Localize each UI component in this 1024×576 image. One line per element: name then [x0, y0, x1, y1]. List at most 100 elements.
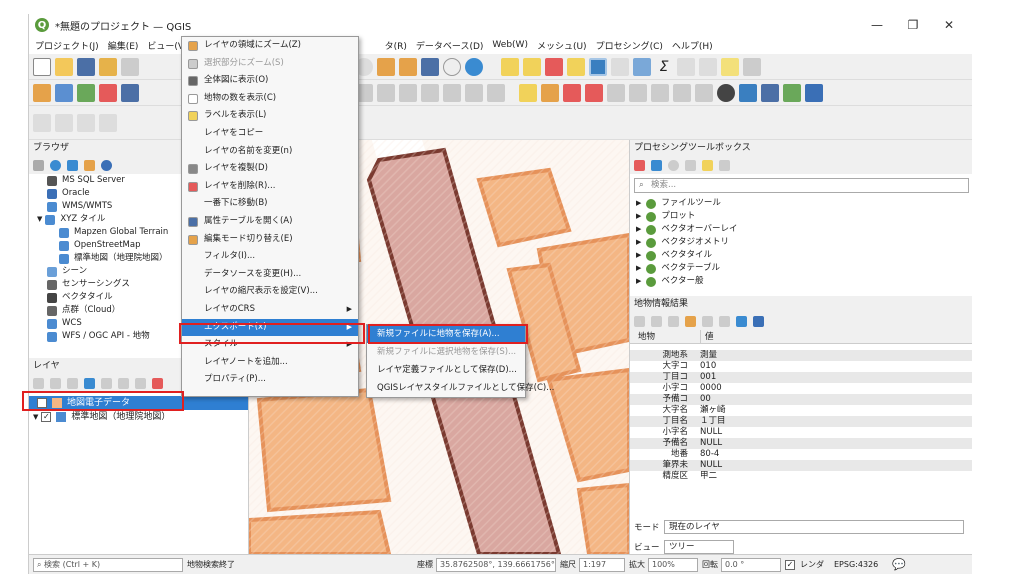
identify-row[interactable]: 予備コ 00	[630, 394, 972, 405]
collapse-all-icon[interactable]	[135, 377, 146, 389]
history-icon[interactable]	[668, 159, 679, 171]
label-show-hide-icon[interactable]	[563, 83, 581, 102]
layer-visibility-checkbox[interactable]: ✓	[41, 412, 52, 422]
identify-row[interactable]: 丁目名 １丁目	[630, 416, 972, 427]
label-tool-icon[interactable]	[519, 83, 537, 102]
processing-item[interactable]: ▶ ベクター般	[630, 275, 972, 288]
undo-icon[interactable]	[465, 83, 483, 102]
add-wms-icon[interactable]	[121, 83, 139, 102]
expand-all-icon[interactable]	[118, 377, 129, 389]
expand-arrow-icon[interactable]: ▶	[636, 262, 641, 275]
context-menu-item[interactable]: レイヤを削除(R)...	[182, 178, 358, 196]
identify-row[interactable]: 精度区 甲二	[630, 471, 972, 482]
expand-arrow-icon[interactable]: ▼	[37, 213, 42, 226]
context-menu-item[interactable]: 選択部分にズーム(S)	[182, 55, 358, 73]
processing-item[interactable]: ▶ ベクタジオメトリ	[630, 236, 972, 249]
help-icon[interactable]	[805, 83, 823, 102]
collapse-icon[interactable]	[84, 159, 95, 171]
models-icon[interactable]	[634, 159, 645, 171]
add-selected-icon[interactable]	[33, 159, 44, 171]
project-template-icon[interactable]	[99, 57, 117, 76]
browser-refresh-icon[interactable]	[50, 159, 61, 171]
label-tool3-icon[interactable]	[695, 83, 713, 102]
view-select[interactable]: ツリー	[664, 540, 734, 554]
add-vector-icon[interactable]	[55, 83, 73, 102]
messages-icon[interactable]: 💬	[892, 558, 906, 571]
select-value-icon[interactable]	[523, 57, 541, 76]
expand-arrow-icon[interactable]: ▶	[636, 197, 641, 210]
diagram-tool-icon[interactable]	[651, 83, 669, 102]
menu-project[interactable]: プロジェクト(J)	[35, 39, 99, 52]
eye-icon[interactable]	[67, 377, 78, 389]
identify-row[interactable]: 小字コ 0000	[630, 383, 972, 394]
filter-expression-icon[interactable]	[101, 377, 112, 389]
expand-arrow-icon[interactable]: ▶	[636, 236, 641, 249]
identify-mode-icon[interactable]	[736, 315, 747, 327]
new-project-icon[interactable]	[33, 57, 51, 76]
statistics-icon[interactable]	[633, 57, 651, 76]
context-menu-item[interactable]: レイヤの名前を変更(n)	[182, 143, 358, 161]
copy-feature-icon[interactable]	[421, 83, 439, 102]
context-menu-item[interactable]: レイヤの領域にズーム(Z)	[182, 37, 358, 55]
add-raster-icon[interactable]	[77, 83, 95, 102]
context-menu-item[interactable]: 編集モード切り替え(E)	[182, 231, 358, 249]
processing-item[interactable]: ▶ プロット	[630, 210, 972, 223]
export-menu-item[interactable]: 新規ファイルに地物を保存(A)...	[367, 325, 525, 343]
context-menu-item[interactable]: レイヤの縮尺表示を設定(V)...	[182, 283, 358, 301]
settings-icon[interactable]	[743, 57, 761, 76]
export-menu-item[interactable]: 新規ファイルに選択地物を保存(S)...	[367, 343, 525, 361]
menu-raster[interactable]: タ(R)	[385, 39, 407, 52]
context-menu-item[interactable]: 属性テーブルを開く(A)	[182, 213, 358, 231]
add-mesh-icon[interactable]	[99, 83, 117, 102]
menu-mesh[interactable]: メッシュ(U)	[537, 39, 587, 52]
locator-search-input[interactable]: ⌕ 検索 (Ctrl + K)	[33, 557, 183, 572]
render-checkbox[interactable]: ✓	[785, 559, 795, 570]
expand-arrow-icon[interactable]: ▶	[636, 275, 641, 288]
expand-tree-icon[interactable]	[634, 315, 645, 327]
map-tips-icon[interactable]	[721, 57, 739, 76]
identify-row[interactable]: 大字コ 010	[630, 361, 972, 372]
context-menu-item[interactable]: データソースを変更(H)...	[182, 266, 358, 284]
mode-select[interactable]: 現在のレイヤ	[664, 520, 964, 534]
processing-search-input[interactable]: ⌕ 検索...	[634, 178, 969, 193]
open-form-icon[interactable]	[685, 315, 696, 327]
copy-feature-attr-icon[interactable]	[702, 315, 713, 327]
context-menu-item[interactable]: レイヤノートを追加...	[182, 354, 358, 372]
context-menu-item[interactable]: ラベルを表示(L)	[182, 107, 358, 125]
menu-processing[interactable]: プロセシング(C)	[596, 39, 663, 52]
cut-feature-icon[interactable]	[399, 83, 417, 102]
context-menu-item[interactable]: 一番下に移動(B)	[182, 195, 358, 213]
crs-button[interactable]: EPSG:4326	[834, 560, 878, 569]
open-project-icon[interactable]	[55, 57, 73, 76]
close-button[interactable]: ✕	[931, 18, 967, 32]
context-menu-item[interactable]: プロパティ(P)...	[182, 371, 358, 389]
expand-new-icon[interactable]	[668, 315, 679, 327]
layer-visibility-checkbox[interactable]: ✓	[37, 398, 47, 408]
identify-row[interactable]: 小字名 NULL	[630, 427, 972, 438]
identify-row[interactable]: 筆界未 NULL	[630, 460, 972, 471]
redo-icon[interactable]	[487, 83, 505, 102]
layer-item[interactable]: ▼ ✓ 標準地図（地理院地図）	[29, 410, 248, 424]
export-menu-item[interactable]: QGISレイヤスタイルファイルとして保存(C)...	[367, 379, 554, 397]
layer-filter-icon[interactable]	[84, 377, 95, 389]
menu-database[interactable]: データベース(D)	[416, 39, 484, 52]
minimize-button[interactable]: —	[859, 18, 895, 32]
context-menu-item[interactable]: フィルタ(I)...	[182, 248, 358, 266]
open-field-calc-icon[interactable]	[611, 57, 629, 76]
processing-item[interactable]: ▶ ベクタタイル	[630, 249, 972, 262]
context-menu-item[interactable]: 全体図に表示(O)	[182, 72, 358, 90]
processing-item[interactable]: ▶ ベクタテーブル	[630, 262, 972, 275]
select-location-icon[interactable]	[567, 57, 585, 76]
options-icon[interactable]	[719, 159, 730, 171]
sum-icon[interactable]: Σ	[655, 58, 673, 76]
expand-arrow-icon[interactable]: ▶	[636, 249, 641, 262]
bookmark-icon[interactable]	[421, 57, 439, 76]
label-move-icon[interactable]	[585, 83, 603, 102]
identify-row[interactable]: 予備名 NULL	[630, 438, 972, 449]
maximize-button[interactable]: ❐	[895, 18, 931, 32]
coord-field[interactable]: 35.8762508°, 139.6661756°	[436, 557, 556, 572]
processing-item[interactable]: ▶ ファイルツール	[630, 197, 972, 210]
delete-feature-icon[interactable]	[377, 83, 395, 102]
expand-arrow-icon[interactable]: ▶	[636, 223, 641, 236]
label-rotate-icon[interactable]	[607, 83, 625, 102]
